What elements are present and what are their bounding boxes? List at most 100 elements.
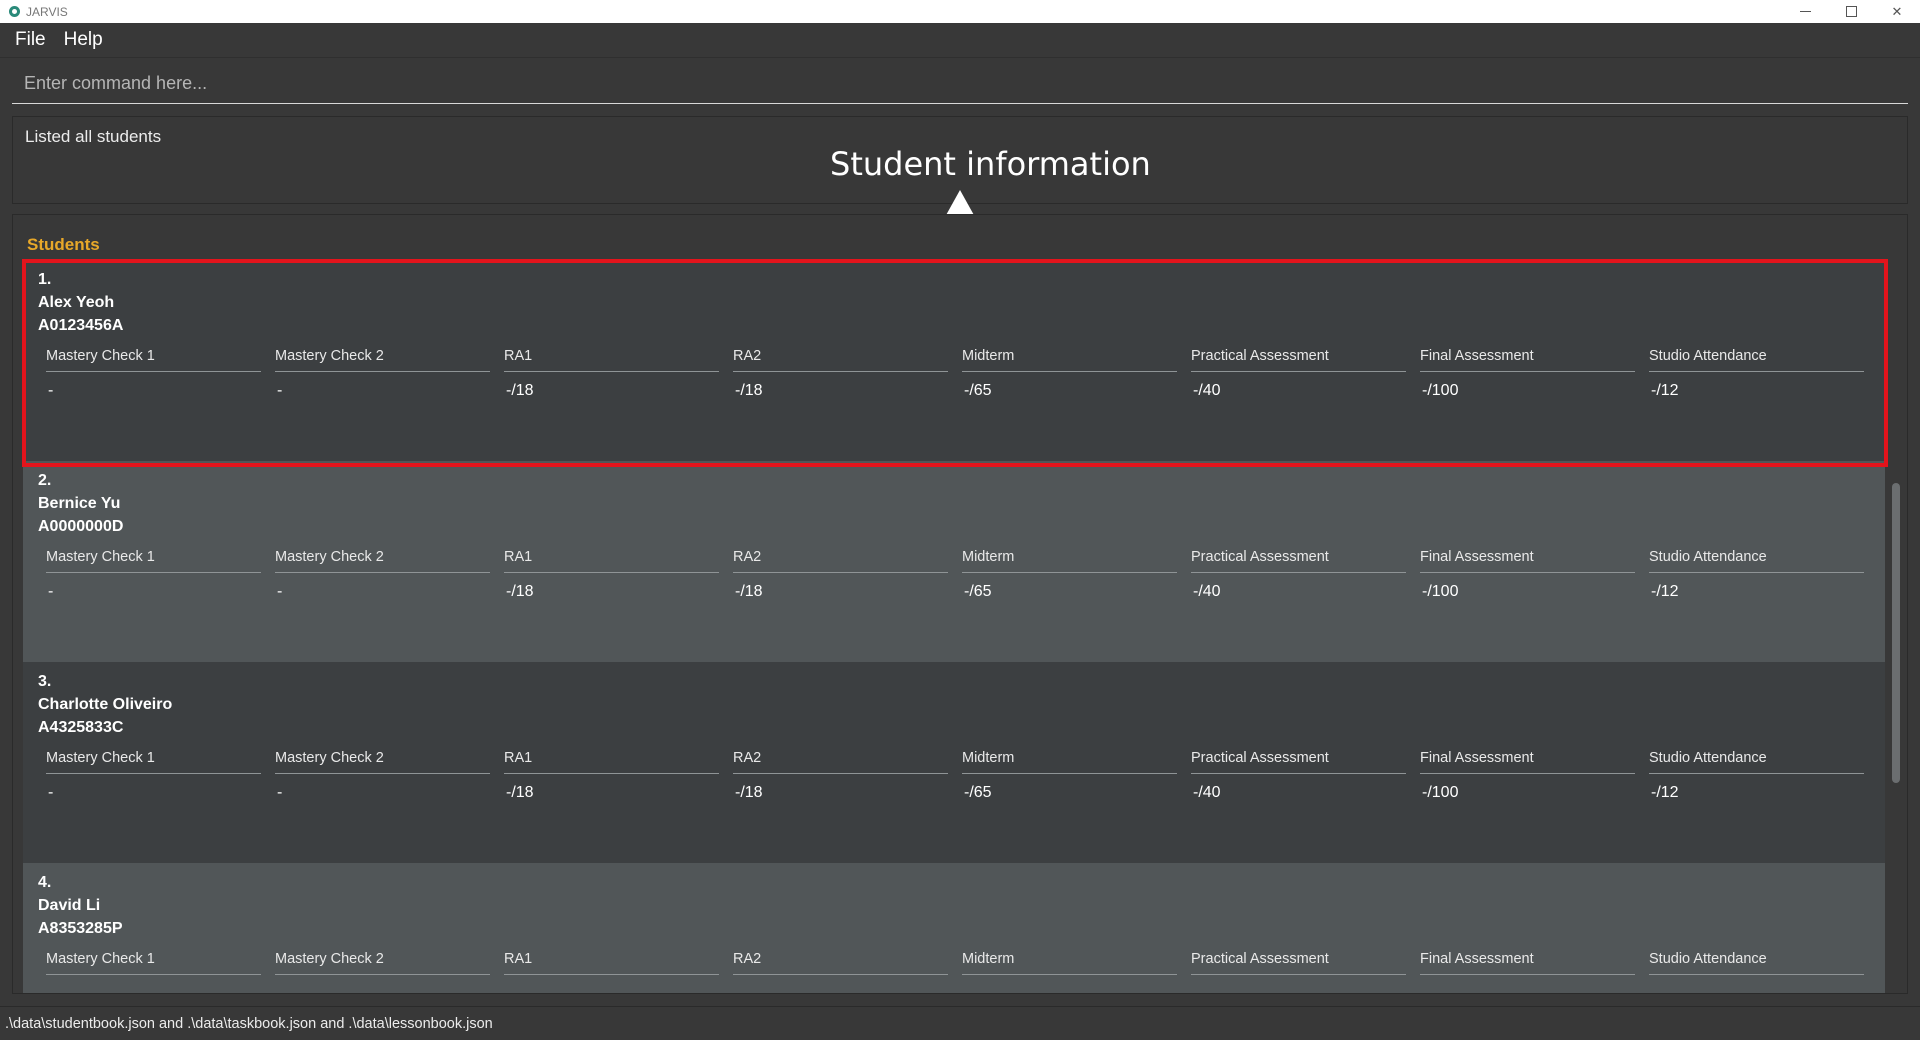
grades-row: Mastery Check 1- Mastery Check 2- RA1 -/18 R… (38, 549, 1870, 601)
grade-header: Mastery Check 2 (275, 348, 490, 372)
grades-row: Mastery Check 1 Mastery Check 2 RA1 RA2 Midt… (38, 951, 1870, 975)
grade-column: Midterm (954, 951, 1183, 975)
grade-header: Studio Attendance (1649, 549, 1864, 573)
grade-column: Final Assessment -/100 (1412, 348, 1641, 400)
save-location-status: .\data\studentbook.json and .\data\taskb… (5, 1015, 493, 1032)
menu-help[interactable]: Help (55, 29, 112, 51)
grade-column: Mastery Check 2 (267, 951, 496, 975)
student-id: A8353285P (38, 920, 123, 937)
command-input[interactable] (12, 64, 1908, 103)
app-icon (9, 6, 20, 17)
window-title: JARVIS (26, 4, 68, 19)
student-id: A0000000D (38, 518, 124, 535)
student-index: 4. (38, 874, 52, 891)
grade-header: Final Assessment (1420, 951, 1635, 975)
grade-column: Mastery Check 1 - (38, 549, 267, 601)
close-button[interactable]: ✕ (1874, 0, 1920, 23)
grade-header: RA2 (733, 348, 948, 372)
grade-header: Mastery Check 2 (275, 750, 490, 774)
grade-header: Mastery Check 2 (275, 951, 490, 975)
grade-value: -/40 (1193, 583, 1221, 600)
student-card[interactable]: 4. David Li A8353285P Mastery Check 1 Master… (23, 863, 1885, 993)
grade-value: -/12 (1651, 382, 1679, 399)
grade-header: RA2 (733, 750, 948, 774)
grade-header: Midterm (962, 750, 1177, 774)
grade-column: Mastery Check 2 - (267, 549, 496, 601)
grade-header: Mastery Check 1 (46, 549, 261, 573)
student-card[interactable]: 2. Bernice Yu A0000000D Mastery Check 1- Mas… (23, 461, 1885, 662)
grade-value: - (48, 382, 54, 399)
grade-column: Mastery Check 1 (38, 951, 267, 975)
grade-header: Mastery Check 1 (46, 750, 261, 774)
annotation-label: Student information (830, 145, 1151, 183)
grade-column: RA2 -/18 (725, 348, 954, 400)
grades-row: Mastery Check 1- Mastery Check 2- RA1 -/18 R… (38, 750, 1870, 802)
student-list[interactable]: 1. Alex Yeoh A0123456A Mastery Check 1- Mast… (23, 260, 1885, 993)
grade-column: Final Assessment (1412, 951, 1641, 975)
grade-value: -/100 (1422, 382, 1459, 399)
command-box (12, 64, 1908, 104)
grade-column: Practical Assessment -/40 (1183, 348, 1412, 400)
grade-column: Mastery Check 1 - (38, 750, 267, 802)
student-index: 1. (38, 271, 52, 288)
grade-column: RA2 -/18 (725, 549, 954, 601)
grade-column: Midterm -/65 (954, 750, 1183, 802)
student-name: Charlotte Oliveiro (38, 696, 173, 713)
grade-value: -/18 (506, 583, 534, 600)
close-icon: ✕ (1891, 3, 1903, 19)
grade-value: -/40 (1193, 784, 1221, 801)
grade-header: Midterm (962, 348, 1177, 372)
student-card[interactable]: 3. Charlotte Oliveiro A4325833C Mastery Che… (23, 662, 1885, 863)
grade-header: Final Assessment (1420, 750, 1635, 774)
list-scrollbar[interactable] (1892, 483, 1900, 783)
students-panel-title: Students (27, 235, 100, 254)
student-name: Bernice Yu (38, 495, 121, 512)
grade-header: RA1 (504, 750, 719, 774)
grade-value: - (48, 583, 54, 600)
grade-column: Mastery Check 1 - (38, 348, 267, 400)
grade-header: RA1 (504, 348, 719, 372)
grade-header: Midterm (962, 951, 1177, 975)
grade-value: -/65 (964, 583, 992, 600)
maximize-button[interactable] (1828, 0, 1874, 23)
grade-column: Studio Attendance -/12 (1641, 549, 1870, 601)
window-controls: ✕ (1782, 0, 1920, 23)
menu-file[interactable]: File (6, 29, 55, 51)
grade-header: Practical Assessment (1191, 750, 1406, 774)
grade-column: RA2 (725, 951, 954, 975)
grade-column: Mastery Check 2 - (267, 348, 496, 400)
student-card[interactable]: 1. Alex Yeoh A0123456A Mastery Check 1- Mast… (23, 260, 1885, 461)
grade-column: Midterm -/65 (954, 549, 1183, 601)
student-id: A4325833C (38, 719, 124, 736)
student-index: 2. (38, 472, 52, 489)
student-name: Alex Yeoh (38, 294, 115, 311)
grade-column: RA2 -/18 (725, 750, 954, 802)
grade-header: Studio Attendance (1649, 348, 1864, 372)
grades-row: Mastery Check 1- Mastery Check 2- RA1 -/18 R… (38, 348, 1870, 400)
grade-column: Final Assessment -/100 (1412, 750, 1641, 802)
grade-value: -/18 (735, 583, 763, 600)
grade-header: Mastery Check 2 (275, 549, 490, 573)
grade-column: Studio Attendance -/12 (1641, 348, 1870, 400)
grade-value: - (277, 382, 283, 399)
grade-column: RA1 -/18 (496, 750, 725, 802)
grade-value: -/18 (735, 784, 763, 801)
minimize-button[interactable] (1782, 0, 1828, 23)
student-name: David Li (38, 897, 101, 914)
grade-value: -/18 (735, 382, 763, 399)
grade-value: -/18 (506, 382, 534, 399)
student-id: A0123456A (38, 317, 124, 334)
grade-value: - (48, 784, 54, 801)
maximize-icon (1845, 6, 1857, 17)
grade-value: - (277, 583, 283, 600)
student-index: 3. (38, 673, 52, 690)
grade-header: RA1 (504, 951, 719, 975)
grade-header: RA1 (504, 549, 719, 573)
grade-column: Practical Assessment -/40 (1183, 549, 1412, 601)
grade-header: Practical Assessment (1191, 549, 1406, 573)
grade-column: Practical Assessment (1183, 951, 1412, 975)
title-bar: JARVIS ✕ (0, 0, 1920, 23)
menu-bar: File Help (0, 23, 1920, 58)
grade-value: - (277, 784, 283, 801)
grade-column: RA1 (496, 951, 725, 975)
